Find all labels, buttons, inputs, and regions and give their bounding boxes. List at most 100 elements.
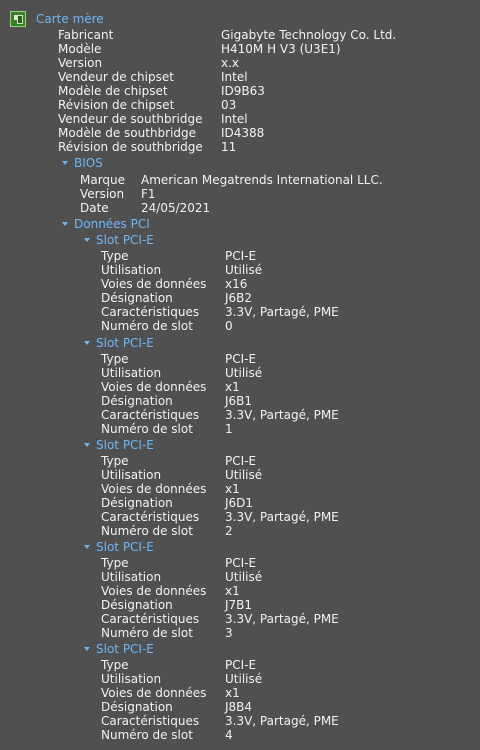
property-value: x16 bbox=[225, 277, 248, 291]
property-value: PCI-E bbox=[225, 658, 257, 672]
triangle-down-icon[interactable] bbox=[84, 647, 90, 651]
motherboard-panel: Carte mère Fabricant Gigabyte Technology … bbox=[0, 0, 480, 750]
property-label: Numéro de slot bbox=[101, 319, 193, 333]
property-value: J6B2 bbox=[225, 291, 253, 305]
property-label: Utilisation bbox=[101, 570, 162, 584]
property-label: Type bbox=[101, 352, 129, 366]
property-value: x1 bbox=[225, 482, 240, 496]
pci-slot-toggle[interactable]: Slot PCI-E bbox=[84, 233, 154, 247]
property-label: Caractéristiques bbox=[101, 612, 200, 626]
pci-slot-toggle-label: Slot PCI-E bbox=[96, 336, 154, 350]
property-value: Utilisé bbox=[225, 672, 263, 686]
property-label: Version bbox=[80, 187, 125, 201]
section-title-carte-mere: Carte mère bbox=[36, 12, 104, 26]
property-label: Marque bbox=[80, 173, 126, 187]
property-value: x1 bbox=[225, 686, 240, 700]
property-value: PCI-E bbox=[225, 249, 257, 263]
property-label: Modèle bbox=[58, 42, 102, 56]
property-label: Utilisation bbox=[101, 672, 162, 686]
property-value: x1 bbox=[225, 380, 240, 394]
property-value: 3 bbox=[225, 626, 233, 640]
property-value: 0 bbox=[225, 319, 233, 333]
pci-slot-toggle[interactable]: Slot PCI-E bbox=[84, 540, 154, 554]
property-value: 3.3V, Partagé, PME bbox=[225, 510, 339, 524]
property-label: Désignation bbox=[101, 700, 173, 714]
property-label: Caractéristiques bbox=[101, 714, 200, 728]
pci-data-section-toggle[interactable]: Données PCI bbox=[62, 217, 150, 231]
triangle-down-icon[interactable] bbox=[84, 238, 90, 242]
pci-data-section-toggle-label: Données PCI bbox=[74, 217, 150, 231]
bios-section-toggle[interactable]: BIOS bbox=[62, 156, 103, 170]
property-label: Utilisation bbox=[101, 263, 162, 277]
property-label: Modèle de chipset bbox=[58, 84, 168, 98]
property-label: Révision de southbridge bbox=[58, 140, 203, 154]
property-label: Caractéristiques bbox=[101, 510, 200, 524]
property-label: Date bbox=[80, 201, 109, 215]
property-value: ID4388 bbox=[221, 126, 265, 140]
property-label: Numéro de slot bbox=[101, 422, 193, 436]
property-label: Type bbox=[101, 249, 129, 263]
property-value: F1 bbox=[141, 187, 156, 201]
bios-section-toggle-label: BIOS bbox=[74, 156, 103, 170]
property-value: J6B1 bbox=[225, 394, 253, 408]
property-value: x.x bbox=[221, 56, 240, 70]
property-label: Version bbox=[58, 56, 103, 70]
property-label: Fabricant bbox=[58, 28, 114, 42]
property-label: Caractéristiques bbox=[101, 408, 200, 422]
property-label: Numéro de slot bbox=[101, 524, 193, 538]
pci-slot-toggle-label: Slot PCI-E bbox=[96, 233, 154, 247]
property-value: J8B4 bbox=[225, 700, 253, 714]
property-label: Vendeur de southbridge bbox=[58, 112, 203, 126]
property-value: 11 bbox=[221, 140, 237, 154]
pci-slot-toggle[interactable]: Slot PCI-E bbox=[84, 336, 154, 350]
property-value: J6D1 bbox=[225, 496, 254, 510]
property-label: Voies de données bbox=[101, 482, 207, 496]
property-label: Utilisation bbox=[101, 468, 162, 482]
property-value: 24/05/2021 bbox=[141, 201, 211, 215]
property-label: Numéro de slot bbox=[101, 728, 193, 742]
property-value: 1 bbox=[225, 422, 233, 436]
property-value: Utilisé bbox=[225, 570, 263, 584]
pci-slot-toggle[interactable]: Slot PCI-E bbox=[84, 438, 154, 452]
property-value: 3.3V, Partagé, PME bbox=[225, 408, 339, 422]
property-value: Utilisé bbox=[225, 366, 263, 380]
property-label: Vendeur de chipset bbox=[58, 70, 174, 84]
pci-slot-toggle-label: Slot PCI-E bbox=[96, 438, 154, 452]
property-value: Gigabyte Technology Co. Ltd. bbox=[221, 28, 397, 42]
property-label: Voies de données bbox=[101, 380, 207, 394]
property-value: 3.3V, Partagé, PME bbox=[225, 714, 339, 728]
triangle-down-icon[interactable] bbox=[62, 222, 68, 226]
property-label: Révision de chipset bbox=[58, 98, 175, 112]
property-value: 4 bbox=[225, 728, 233, 742]
property-value: ID9B63 bbox=[221, 84, 265, 98]
property-value: 3.3V, Partagé, PME bbox=[225, 305, 339, 319]
property-value: PCI-E bbox=[225, 454, 257, 468]
triangle-down-icon[interactable] bbox=[62, 161, 68, 165]
motherboard-header[interactable]: Carte mère bbox=[10, 11, 104, 27]
property-value: Utilisé bbox=[225, 263, 263, 277]
property-value: J7B1 bbox=[225, 598, 253, 612]
property-value: PCI-E bbox=[225, 556, 257, 570]
property-label: Numéro de slot bbox=[101, 626, 193, 640]
property-value: x1 bbox=[225, 584, 240, 598]
property-label: Voies de données bbox=[101, 277, 207, 291]
property-label: Désignation bbox=[101, 598, 173, 612]
property-value: H410M H V3 (U3E1) bbox=[221, 42, 341, 56]
pci-slot-toggle-label: Slot PCI-E bbox=[96, 642, 154, 656]
pci-slot-toggle[interactable]: Slot PCI-E bbox=[84, 642, 154, 656]
motherboard-icon bbox=[10, 11, 26, 27]
property-value: Intel bbox=[221, 70, 248, 84]
triangle-down-icon[interactable] bbox=[84, 341, 90, 345]
property-label: Désignation bbox=[101, 496, 173, 510]
pci-slot-toggle-label: Slot PCI-E bbox=[96, 540, 154, 554]
triangle-down-icon[interactable] bbox=[84, 443, 90, 447]
property-label: Utilisation bbox=[101, 366, 162, 380]
property-value: 2 bbox=[225, 524, 233, 538]
property-value: 03 bbox=[221, 98, 237, 112]
triangle-down-icon[interactable] bbox=[84, 545, 90, 549]
property-label: Type bbox=[101, 454, 129, 468]
property-label: Voies de données bbox=[101, 584, 207, 598]
property-label: Type bbox=[101, 658, 129, 672]
property-label: Voies de données bbox=[101, 686, 207, 700]
property-value: American Megatrends International LLC. bbox=[141, 173, 383, 187]
